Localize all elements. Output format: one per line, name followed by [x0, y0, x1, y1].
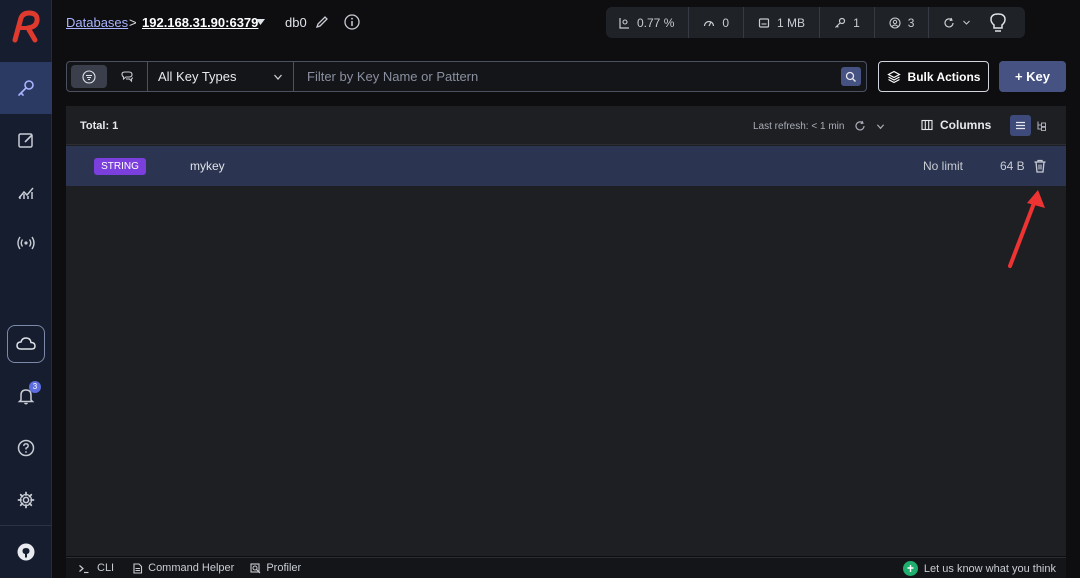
- stat-keys-value: 1: [853, 15, 860, 30]
- database-stats-bar: 0.77 % 0 1 MB 1 3: [606, 7, 1025, 38]
- stat-memory: 1 MB: [743, 7, 819, 38]
- chat-bubbles-icon: [121, 70, 134, 82]
- key-filter-bar: All Key Types Filter by Key Name or Patt…: [66, 61, 867, 92]
- users-icon: [889, 16, 901, 29]
- stat-cpu-value: 0.77 %: [637, 15, 675, 30]
- columns-label: Columns: [940, 118, 992, 132]
- key-icon: [835, 17, 846, 28]
- gear-icon: [17, 491, 35, 509]
- list-icon: [1016, 121, 1025, 130]
- github-icon: [17, 543, 35, 561]
- refresh-icon[interactable]: [854, 120, 866, 132]
- key-list-header: Total: 1 Last refresh: < 1 min Columns: [66, 106, 1066, 145]
- annotation-arrow: [1008, 190, 1045, 268]
- stat-keys: 1: [819, 7, 874, 38]
- key-filter-placeholder: Filter by Key Name or Pattern: [307, 69, 479, 84]
- chevron-down-icon: [963, 20, 971, 25]
- sidebar: 3: [0, 0, 52, 578]
- pubsub-nav-button[interactable]: [0, 217, 52, 269]
- list-view-button[interactable]: [1010, 115, 1031, 136]
- stat-ops-value: 0: [722, 15, 730, 30]
- command-helper-button[interactable]: Command Helper: [132, 562, 234, 574]
- stat-memory-value: 1 MB: [777, 15, 806, 30]
- total-keys-count: Total: 1: [80, 120, 119, 132]
- edit-icon: [18, 133, 33, 148]
- breadcrumb-db: db0: [285, 15, 307, 30]
- cpu-icon: [619, 17, 629, 29]
- filter-mode-button[interactable]: [71, 65, 107, 88]
- memory-icon: [758, 17, 770, 28]
- pencil-icon[interactable]: [315, 15, 329, 29]
- key-list-panel: Total: 1 Last refresh: < 1 min Columns S…: [66, 106, 1066, 556]
- browser-nav-button[interactable]: [0, 62, 52, 114]
- bulk-actions-button[interactable]: Bulk Actions: [878, 61, 989, 92]
- notifications-button[interactable]: [0, 370, 52, 422]
- profiler-label: Profiler: [266, 562, 302, 574]
- search-button[interactable]: [841, 67, 861, 86]
- cloud-button[interactable]: [7, 325, 45, 363]
- help-icon: [17, 439, 35, 457]
- table-row[interactable]: STRING mykey No limit 64 B: [66, 146, 1066, 186]
- add-key-button[interactable]: + Key: [999, 61, 1066, 92]
- notification-count-badge: 3: [29, 381, 41, 393]
- stat-clients: 3: [873, 7, 929, 38]
- profiler-icon: [250, 562, 261, 573]
- tree-icon: [1037, 121, 1046, 131]
- columns-icon: [921, 119, 933, 131]
- key-filter-input[interactable]: Filter by Key Name or Pattern: [293, 62, 866, 91]
- stat-clients-value: 3: [907, 15, 915, 30]
- cloud-icon: [16, 337, 36, 350]
- chart-icon: [18, 187, 34, 199]
- github-button[interactable]: [0, 526, 52, 578]
- search-icon: [845, 71, 856, 82]
- feedback-link[interactable]: Let us know what you think: [902, 561, 1056, 576]
- breadcrumb-separator: >: [129, 15, 137, 30]
- broadcast-icon: [17, 236, 35, 250]
- analysis-nav-button[interactable]: [0, 166, 52, 218]
- refresh-icon: [944, 17, 955, 27]
- breadcrumb-databases-link[interactable]: Databases: [66, 15, 128, 30]
- help-button[interactable]: [0, 422, 52, 474]
- chevron-down-icon[interactable]: [876, 122, 885, 131]
- feedback-icon: [902, 561, 918, 576]
- delete-key-icon[interactable]: [1032, 158, 1048, 174]
- tree-view-button[interactable]: [1031, 115, 1052, 136]
- key-ttl: No limit: [923, 159, 964, 173]
- filter-icon: [82, 69, 96, 84]
- key-type-badge: STRING: [94, 158, 146, 175]
- bulk-actions-label: Bulk Actions: [907, 69, 981, 84]
- document-icon: [133, 562, 143, 574]
- key-icon: [18, 80, 34, 96]
- stats-refresh-button[interactable]: [928, 7, 985, 38]
- lightbulb-icon[interactable]: [988, 12, 1008, 34]
- gauge-icon: [704, 20, 715, 26]
- key-type-select[interactable]: All Key Types: [147, 62, 293, 91]
- command-helper-label: Command Helper: [148, 562, 235, 574]
- last-refresh-text: Last refresh: < 1 min: [753, 120, 845, 132]
- settings-button[interactable]: [0, 474, 52, 526]
- key-size: 64 B: [1000, 159, 1025, 173]
- stat-cpu: 0.77 %: [614, 7, 688, 38]
- cli-button[interactable]: CLI: [76, 562, 114, 574]
- profiler-button[interactable]: Profiler: [250, 562, 301, 574]
- view-toggle: [1010, 115, 1053, 136]
- terminal-icon: [79, 564, 89, 573]
- last-refresh: Last refresh: < 1 min: [753, 120, 885, 132]
- cli-label: CLI: [97, 562, 115, 574]
- redis-logo-icon[interactable]: [10, 10, 42, 46]
- caret-down-icon[interactable]: [256, 19, 265, 26]
- search-mode-button[interactable]: [107, 62, 147, 91]
- key-name: mykey: [190, 159, 225, 173]
- info-icon[interactable]: [344, 14, 360, 30]
- layers-icon: [886, 70, 901, 83]
- chevron-down-icon: [274, 74, 282, 80]
- key-type-select-value: All Key Types: [158, 69, 237, 84]
- columns-button[interactable]: Columns: [921, 118, 991, 132]
- breadcrumb-host[interactable]: 192.168.31.90:6379: [142, 15, 258, 30]
- bottom-bar: CLI Command Helper Profiler Let us know …: [66, 557, 1066, 578]
- stat-ops: 0: [688, 7, 743, 38]
- workbench-nav-button[interactable]: [0, 114, 52, 166]
- feedback-label: Let us know what you think: [923, 562, 1056, 575]
